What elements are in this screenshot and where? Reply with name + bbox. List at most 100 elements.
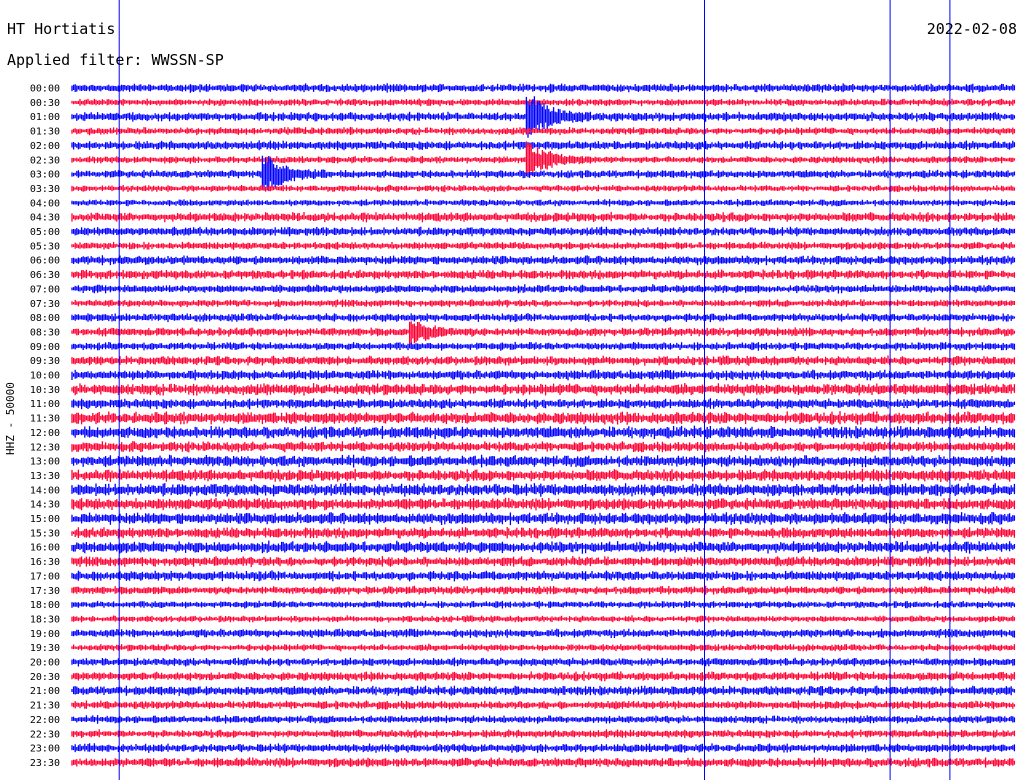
trace-2100 bbox=[71, 685, 1016, 696]
trace-1000 bbox=[71, 369, 1016, 381]
time-tick-label: 09:30 bbox=[30, 356, 60, 367]
trace-1500 bbox=[71, 512, 1016, 526]
filter-label: Applied filter: WWSSN-SP bbox=[7, 51, 224, 69]
time-tick-label: 09:00 bbox=[30, 342, 60, 353]
trace-2000 bbox=[71, 657, 1016, 667]
trace-0500 bbox=[71, 226, 1016, 237]
time-tick-label: 19:30 bbox=[30, 643, 60, 654]
time-tick-label: 04:00 bbox=[30, 198, 60, 209]
trace-0400 bbox=[71, 199, 1016, 207]
time-tick-label: 22:30 bbox=[30, 729, 60, 740]
time-tick-label: 23:30 bbox=[30, 758, 60, 769]
time-tick-label: 18:00 bbox=[30, 600, 60, 611]
trace-0130 bbox=[71, 127, 1016, 136]
trace-0430 bbox=[71, 211, 1016, 223]
seismogram-traces bbox=[71, 83, 1016, 768]
time-tick-label: 06:30 bbox=[30, 270, 60, 281]
trace-0930 bbox=[71, 355, 1016, 366]
time-tick-label: 10:30 bbox=[30, 385, 60, 396]
time-tick-label: 21:00 bbox=[30, 686, 60, 697]
time-tick-label: 08:30 bbox=[30, 327, 60, 338]
trace-2200 bbox=[71, 715, 1016, 724]
time-tick-label: 13:00 bbox=[30, 457, 60, 468]
time-tick-label: 16:00 bbox=[30, 543, 60, 554]
trace-0800 bbox=[71, 313, 1016, 323]
time-tick-label: 01:00 bbox=[30, 112, 60, 123]
time-tick-label: 03:00 bbox=[30, 170, 60, 181]
time-tick-label: 11:00 bbox=[30, 399, 60, 410]
time-tick-label: 14:30 bbox=[30, 500, 60, 511]
trace-2130 bbox=[71, 700, 1016, 710]
trace-0330 bbox=[71, 184, 1016, 193]
trace-1800 bbox=[71, 600, 1016, 609]
trace-1130 bbox=[71, 411, 1016, 425]
trace-1700 bbox=[71, 570, 1016, 582]
time-tick-label: 17:00 bbox=[30, 571, 60, 582]
time-tick-label: 08:00 bbox=[30, 313, 60, 324]
trace-1830 bbox=[71, 615, 1016, 623]
trace-1630 bbox=[71, 556, 1016, 568]
time-tick-label: 07:30 bbox=[30, 299, 60, 310]
trace-0530 bbox=[71, 241, 1016, 250]
time-tick-label: 02:00 bbox=[30, 141, 60, 152]
time-tick-label: 05:00 bbox=[30, 227, 60, 238]
time-tick-label: 05:30 bbox=[30, 241, 60, 252]
trace-2230 bbox=[71, 729, 1016, 739]
time-tick-label: 11:30 bbox=[30, 414, 60, 425]
time-tick-label: 17:30 bbox=[30, 586, 60, 597]
time-tick-label: 14:00 bbox=[30, 485, 60, 496]
time-tick-label: 18:30 bbox=[30, 614, 60, 625]
trace-1900 bbox=[71, 628, 1016, 638]
time-tick-label: 01:30 bbox=[30, 127, 60, 138]
time-tick-label: 02:30 bbox=[30, 155, 60, 166]
time-tick-label: 06:00 bbox=[30, 256, 60, 267]
trace-1430 bbox=[71, 497, 1016, 511]
trace-0700 bbox=[71, 284, 1016, 294]
time-tick-label: 04:30 bbox=[30, 213, 60, 224]
date-label: 2022-02-08 bbox=[926, 20, 1017, 38]
time-tick-label: 22:00 bbox=[30, 715, 60, 726]
trace-1330 bbox=[71, 468, 1016, 482]
trace-1030 bbox=[71, 383, 1016, 396]
trace-1530 bbox=[71, 526, 1016, 539]
time-tick-label: 12:30 bbox=[30, 442, 60, 453]
trace-1200 bbox=[71, 425, 1016, 440]
trace-0600 bbox=[71, 255, 1016, 266]
trace-0630 bbox=[71, 269, 1016, 280]
trace-2300 bbox=[71, 743, 1016, 753]
time-tick-label: 03:30 bbox=[30, 184, 60, 195]
trace-0900 bbox=[71, 341, 1016, 351]
trace-0200 bbox=[71, 140, 1016, 151]
time-tick-label: 15:30 bbox=[30, 528, 60, 539]
time-tick-label: 07:00 bbox=[30, 284, 60, 295]
time-tick-label: 13:30 bbox=[30, 471, 60, 482]
y-axis-label: HHZ - 50000 bbox=[4, 382, 17, 455]
time-tick-label: 21:30 bbox=[30, 701, 60, 712]
helicorder-plot: 00:00 00:30 01:00 01:30 02:00 02:30 03:00 03:30… bbox=[30, 0, 1016, 780]
trace-1230 bbox=[71, 441, 1016, 453]
trace-2030 bbox=[71, 671, 1016, 682]
trace-0030 bbox=[71, 98, 1016, 107]
trace-0730 bbox=[71, 299, 1016, 308]
trace-1930 bbox=[71, 643, 1016, 652]
time-tick-labels: 00:00 00:30 01:00 01:30 02:00 02:30 03:00 03:30… bbox=[30, 84, 60, 769]
trace-1600 bbox=[71, 540, 1016, 554]
time-tick-label: 12:00 bbox=[30, 428, 60, 439]
time-tick-label: 20:00 bbox=[30, 658, 60, 669]
time-tick-label: 00:30 bbox=[30, 98, 60, 109]
trace-0000 bbox=[71, 83, 1016, 93]
time-tick-label: 15:00 bbox=[30, 514, 60, 525]
time-tick-label: 20:30 bbox=[30, 672, 60, 683]
time-tick-label: 19:00 bbox=[30, 629, 60, 640]
trace-1300 bbox=[71, 454, 1016, 468]
station-title: HT Hortiatis bbox=[7, 20, 116, 38]
trace-1400 bbox=[71, 482, 1016, 497]
time-tick-label: 10:00 bbox=[30, 371, 60, 382]
time-tick-label: 23:00 bbox=[30, 744, 60, 755]
time-tick-label: 16:30 bbox=[30, 557, 60, 568]
time-tick-label: 00:00 bbox=[30, 84, 60, 95]
trace-0830 bbox=[71, 321, 1016, 345]
trace-1100 bbox=[71, 398, 1016, 410]
trace-1730 bbox=[71, 585, 1016, 595]
trace-2330 bbox=[71, 757, 1016, 768]
